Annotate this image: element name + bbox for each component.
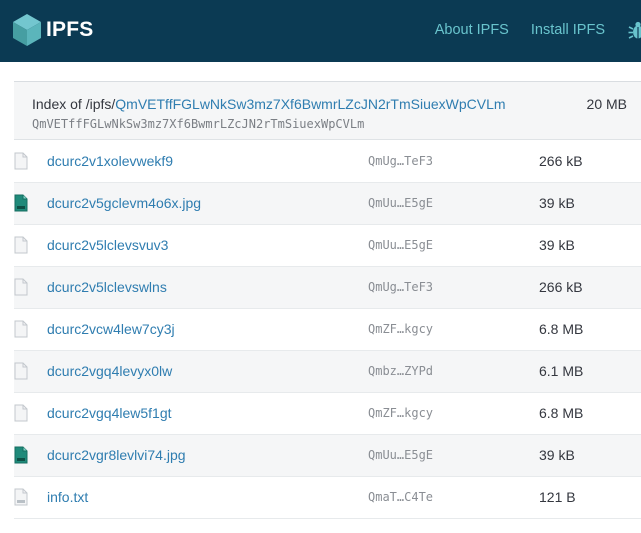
- ipfs-cube-logo-icon: [13, 14, 41, 46]
- table-row: dcurc2v5lclevsvuv3 QmUu…E5gE 39 kB: [14, 224, 641, 266]
- jpg-file-icon: [14, 194, 47, 212]
- file-hash-link[interactable]: QmUg…TeF3: [368, 140, 539, 182]
- cid-text: QmVETffFGLwNkSw3mz7Xf6BwmrLZcJN2rTmSiuex…: [32, 117, 365, 131]
- table-row: info.txt QmaT…C4Te 121 B: [14, 476, 641, 518]
- file-size: 121 B: [539, 489, 576, 505]
- generic-file-icon: [14, 152, 47, 170]
- directory-listing: Index of /ipfs/QmVETffFGLwNkSw3mz7Xf6Bwm…: [14, 81, 641, 533]
- file-name-link[interactable]: dcurc2v5lclevswlns: [47, 279, 167, 295]
- file-hash-link[interactable]: QmUg…TeF3: [368, 266, 539, 308]
- table-row: dcurc2vgq4levyx0lw Qmbz…ZYPd 6.1 MB: [14, 350, 641, 392]
- file-table: dcurc2v1xolevwekf9 QmUg…TeF3 266 kB dcurc2v…: [14, 140, 641, 519]
- generic-file-icon: [14, 236, 47, 254]
- generic-file-icon: [14, 362, 47, 380]
- file-name-link[interactable]: dcurc2v5gclevm4o6x.jpg: [47, 195, 201, 211]
- file-size: 39 kB: [539, 237, 575, 253]
- nav-install-ipfs[interactable]: Install IPFS: [531, 22, 605, 38]
- generic-file-icon: [14, 320, 47, 338]
- file-size: 266 kB: [539, 152, 583, 169]
- file-hash-link[interactable]: QmUu…E5gE: [368, 434, 539, 476]
- file-hash-link[interactable]: QmUu…E5gE: [368, 182, 539, 224]
- file-hash-link[interactable]: QmZF…kgcy: [368, 308, 539, 350]
- table-row: dcurc2v5gclevm4o6x.jpg QmUu…E5gE 39 kB: [14, 182, 641, 224]
- file-name-link[interactable]: info.txt: [47, 489, 88, 505]
- file-name-link[interactable]: dcurc2vcw4lew7cy3j: [47, 321, 175, 337]
- file-name-link[interactable]: dcurc2v1xolevwekf9: [47, 153, 173, 169]
- file-hash-link[interactable]: Qmbz…ZYPd: [368, 350, 539, 392]
- total-size: 20 MB: [586, 96, 627, 112]
- nav-about-ipfs[interactable]: About IPFS: [435, 22, 509, 38]
- file-size: 266 kB: [539, 279, 583, 295]
- txt-file-icon: [14, 488, 47, 506]
- index-path: Index of /ipfs/QmVETffFGLwNkSw3mz7Xf6Bwm…: [32, 96, 506, 112]
- brand-name: IPFS: [46, 18, 94, 41]
- file-size: 39 kB: [539, 195, 575, 211]
- table-row: dcurc2vcw4lew7cy3j QmZF…kgcy 6.8 MB: [14, 308, 641, 350]
- table-row: dcurc2vgq4lew5f1gt QmZF…kgcy 6.8 MB: [14, 392, 641, 434]
- cid-link[interactable]: QmVETffFGLwNkSw3mz7Xf6BwmrLZcJN2rTmSiuex…: [115, 96, 505, 112]
- generic-file-icon: [14, 404, 47, 422]
- top-header: IPFS About IPFS Install IPFS: [0, 0, 641, 62]
- file-size: 6.8 MB: [539, 321, 584, 337]
- file-size: 6.8 MB: [539, 405, 584, 421]
- ipfs-logo-link[interactable]: IPFS: [12, 11, 93, 49]
- listing-header: Index of /ipfs/QmVETffFGLwNkSw3mz7Xf6Bwm…: [14, 82, 641, 140]
- file-name-link[interactable]: dcurc2vgq4levyx0lw: [47, 363, 172, 379]
- table-row: dcurc2v5lclevswlns QmUg…TeF3 266 kB: [14, 266, 641, 308]
- file-size: 6.1 MB: [539, 363, 584, 379]
- generic-file-icon: [14, 278, 47, 296]
- header-nav: About IPFS Install IPFS: [435, 19, 641, 41]
- table-row: dcurc2v1xolevwekf9 QmUg…TeF3 266 kB: [14, 140, 641, 182]
- file-hash-link[interactable]: QmZF…kgcy: [368, 392, 539, 434]
- bug-icon[interactable]: [627, 19, 641, 41]
- index-prefix: Index of /ipfs/: [32, 96, 116, 112]
- file-size: 39 kB: [539, 447, 575, 463]
- jpg-file-icon: [14, 446, 47, 464]
- file-hash-link[interactable]: QmaT…C4Te: [368, 476, 539, 518]
- table-row: dcurc2vgr8levlvi74.jpg QmUu…E5gE 39 kB: [14, 434, 641, 476]
- file-name-link[interactable]: dcurc2v5lclevsvuv3: [47, 237, 168, 253]
- file-name-link[interactable]: dcurc2vgr8levlvi74.jpg: [47, 447, 186, 463]
- file-name-link[interactable]: dcurc2vgq4lew5f1gt: [47, 405, 172, 421]
- file-hash-link[interactable]: QmUu…E5gE: [368, 224, 539, 266]
